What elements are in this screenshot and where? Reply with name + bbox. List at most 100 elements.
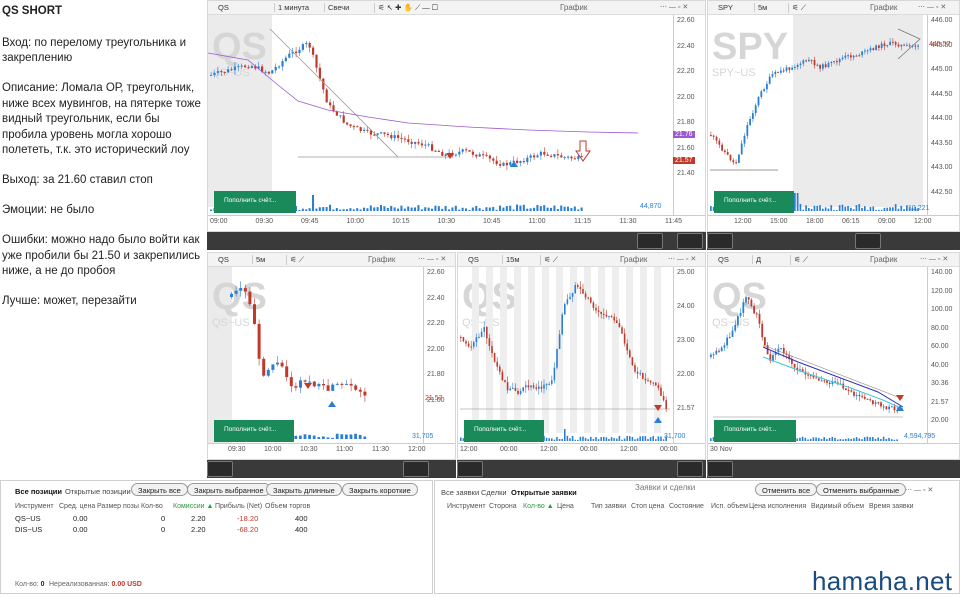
interval-selector[interactable]: 5м bbox=[252, 255, 265, 264]
candle-body bbox=[462, 337, 465, 342]
volume-bar bbox=[437, 206, 440, 211]
candle-body bbox=[527, 385, 530, 388]
interval-selector[interactable]: 1 минута bbox=[274, 3, 309, 12]
symbol-selector[interactable]: SPY bbox=[718, 3, 733, 12]
replenish-account-button[interactable]: Пополнить счёт... bbox=[214, 191, 296, 213]
scroll-handle-right[interactable] bbox=[855, 233, 881, 249]
volume-bar bbox=[896, 439, 898, 441]
column-header[interactable]: Кол-во bbox=[141, 503, 163, 510]
column-header[interactable]: Комиссии ▲ bbox=[173, 503, 213, 510]
candle-body bbox=[740, 143, 743, 155]
volume-bar bbox=[636, 438, 639, 441]
symbol-selector[interactable]: QS bbox=[468, 255, 479, 264]
column-header[interactable]: Инструмент bbox=[447, 503, 486, 510]
volume-bar bbox=[551, 438, 553, 441]
spy-chart-scrollbar[interactable] bbox=[707, 232, 960, 250]
scroll-handle-left[interactable] bbox=[457, 461, 483, 477]
scroll-handle-right[interactable] bbox=[403, 461, 429, 477]
price-tick: 444.00 bbox=[931, 115, 953, 122]
interval-selector[interactable]: Д bbox=[752, 255, 761, 264]
main-candle-chart[interactable] bbox=[208, 15, 673, 215]
qs5-chart-scrollbar[interactable] bbox=[207, 460, 456, 478]
drawing-tools-icon[interactable]: ⚟ ⟋ bbox=[286, 255, 304, 265]
replenish-account-button[interactable]: Пополнить счёт... bbox=[714, 191, 794, 213]
volume-bar bbox=[802, 209, 805, 211]
replenish-account-button[interactable]: Пополнить счёт... bbox=[464, 420, 544, 442]
tab-open-orders[interactable]: Открытые заявки bbox=[511, 488, 577, 497]
window-controls-icon[interactable]: ⋯ — ▫ ✕ bbox=[920, 255, 948, 263]
qs5-candle-chart[interactable] bbox=[208, 267, 423, 443]
qsd-candle-chart[interactable] bbox=[708, 267, 927, 443]
column-header[interactable]: Объем торгов bbox=[265, 503, 310, 510]
symbol-selector[interactable]: QS bbox=[218, 3, 229, 12]
cancel-selected-button[interactable]: Отменить выбранные bbox=[816, 483, 907, 496]
scroll-handle-right[interactable] bbox=[677, 233, 703, 249]
column-header[interactable]: Прибыль (Net) bbox=[215, 503, 262, 510]
candle-body bbox=[574, 285, 576, 294]
interval-selector[interactable]: 5м bbox=[754, 3, 767, 12]
volume-bar bbox=[874, 438, 877, 441]
tab-trades[interactable]: Сделки bbox=[481, 488, 507, 497]
interval-selector[interactable]: 15м bbox=[502, 255, 520, 264]
column-header[interactable]: Тип заявки bbox=[591, 503, 626, 510]
window-controls-icon[interactable]: ⋯ — ▫ ✕ bbox=[918, 3, 946, 11]
scroll-handle-left[interactable] bbox=[707, 461, 733, 477]
chart-type-selector[interactable]: Свечи bbox=[324, 3, 349, 12]
drawing-tools-icon[interactable]: ⚟ ↖ ✚ ✋ ⟋ — ☐ bbox=[374, 3, 438, 13]
column-header[interactable]: Стоп цена bbox=[631, 503, 664, 510]
window-controls-icon[interactable]: ⋯ — ▫ ✕ bbox=[668, 255, 696, 263]
drawing-tools-icon[interactable]: ⚟ ⟋ bbox=[790, 255, 808, 265]
time-tick: 18:00 bbox=[806, 218, 824, 225]
symbol-selector[interactable]: QS bbox=[718, 255, 729, 264]
window-controls-icon[interactable]: ⋯ — ▫ ✕ bbox=[418, 255, 446, 263]
drawing-tools-icon[interactable]: ⚟ ⟋ bbox=[540, 255, 558, 265]
main-chart-scrollbar[interactable] bbox=[207, 232, 706, 250]
scroll-handle-right[interactable] bbox=[677, 461, 703, 477]
close-short-button[interactable]: Закрыть короткие bbox=[342, 483, 418, 496]
symbol-selector[interactable]: QS bbox=[218, 255, 229, 264]
column-header[interactable]: Кол-во ▲ bbox=[523, 503, 554, 510]
volume-bar bbox=[629, 436, 631, 441]
candle-body bbox=[735, 162, 737, 164]
column-header[interactable]: Инструмент bbox=[15, 503, 54, 510]
candle-body bbox=[753, 306, 755, 314]
close-selected-button[interactable]: Закрыть выбранное bbox=[187, 483, 271, 496]
tab-all-positions[interactable]: Все позиции bbox=[15, 487, 62, 496]
column-header[interactable]: Размер позы bbox=[97, 503, 139, 510]
column-header[interactable]: Цена исполнения bbox=[749, 503, 806, 510]
column-header[interactable]: Время заявки bbox=[869, 503, 914, 510]
positions-panel: Все позиции Открытые позиции Закрыть все… bbox=[0, 480, 433, 594]
candle-body bbox=[747, 297, 750, 300]
window-controls-icon[interactable]: ⋯ — ▫ ✕ bbox=[660, 3, 688, 11]
column-header[interactable]: Цена bbox=[557, 503, 574, 510]
replenish-account-button[interactable]: Пополнить счёт... bbox=[214, 420, 294, 442]
scroll-handle-left[interactable] bbox=[707, 233, 733, 249]
scroll-handle-left[interactable] bbox=[207, 461, 233, 477]
close-long-button[interactable]: Закрыть длинные bbox=[266, 483, 342, 496]
scroll-handle-left[interactable] bbox=[637, 233, 663, 249]
column-header[interactable]: Видимый объем bbox=[811, 503, 864, 510]
drawing-tools-icon[interactable]: ⚟ ⟋ bbox=[788, 3, 806, 13]
candle-body bbox=[660, 387, 662, 396]
close-all-button[interactable]: Закрыть все bbox=[131, 483, 188, 496]
volume-bar bbox=[710, 206, 712, 211]
volume-bar bbox=[363, 436, 367, 439]
tab-open-positions[interactable]: Открытые позиции bbox=[65, 487, 131, 496]
tab-all-orders[interactable]: Все заявки bbox=[441, 488, 479, 497]
candle-body bbox=[253, 304, 256, 324]
column-header[interactable]: Исп. объем bbox=[711, 503, 748, 510]
column-header[interactable]: Сторона bbox=[489, 503, 517, 510]
qs15-chart-scrollbar[interactable] bbox=[457, 460, 706, 478]
qs5-chart-toolbar: QS 5м ⚟ ⟋ График ⋯ — ▫ ✕ bbox=[208, 253, 455, 267]
column-header[interactable]: Сред. цена bbox=[59, 503, 95, 510]
column-header[interactable]: Состояние bbox=[669, 503, 704, 510]
qsd-chart-scrollbar[interactable] bbox=[707, 460, 960, 478]
window-controls-icon[interactable]: ⋯ — ▫ ✕ bbox=[905, 486, 933, 494]
spy-candle-chart[interactable] bbox=[708, 15, 927, 215]
qs15-candle-chart[interactable] bbox=[458, 267, 673, 443]
candle-body bbox=[299, 380, 302, 388]
volume-bar bbox=[834, 437, 836, 441]
replenish-account-button[interactable]: Пополнить счёт... bbox=[714, 420, 796, 442]
candle-body bbox=[458, 151, 461, 155]
cancel-all-button[interactable]: Отменить все bbox=[755, 483, 818, 496]
